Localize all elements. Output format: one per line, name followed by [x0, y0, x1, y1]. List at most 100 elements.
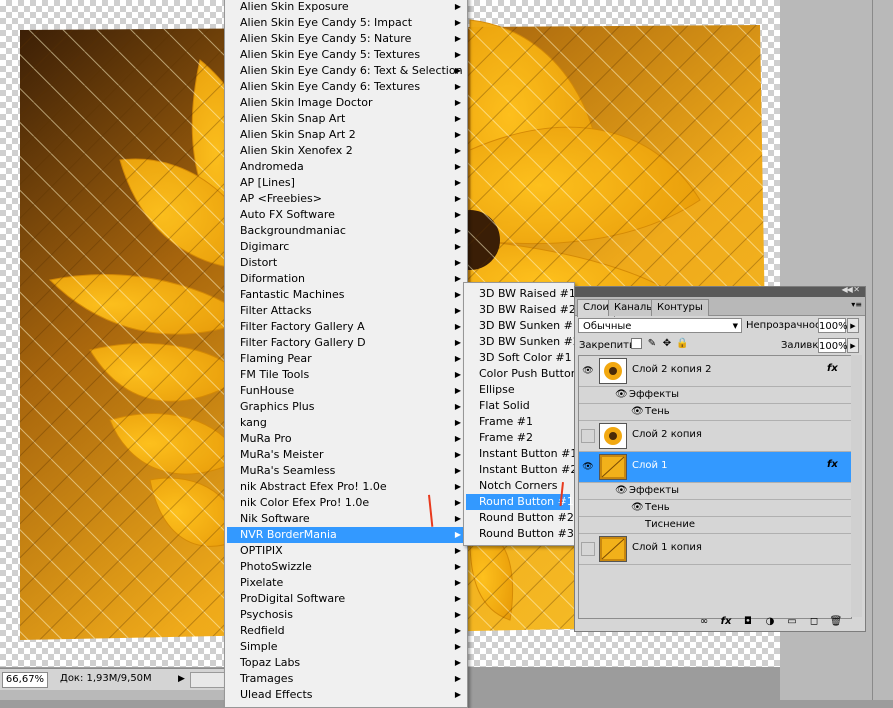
add-style-icon[interactable]: fx — [719, 615, 733, 629]
menu-item[interactable]: Filter Factory Gallery A ▶ — [227, 319, 465, 335]
menu-item[interactable]: Alien Skin Xenofex 2 ▶ — [227, 143, 465, 159]
submenu-item[interactable]: Notch Corners — [466, 478, 570, 494]
lock-brush-icon[interactable]: ✎ — [646, 338, 658, 350]
menu-item[interactable]: NVR BorderMania ▶ — [227, 527, 465, 543]
zoom-field[interactable]: 66,67% — [2, 672, 48, 688]
opacity-input[interactable]: 100% — [818, 318, 848, 333]
submenu-item[interactable]: Instant Button #2 — [466, 462, 577, 478]
menu-item[interactable]: ProDigital Software ▶ — [227, 591, 465, 607]
menu-item[interactable]: Simple ▶ — [227, 639, 465, 655]
submenu-item[interactable]: Instant Button #1 — [466, 446, 577, 462]
menu-item[interactable]: Auto FX Software ▶ — [227, 207, 465, 223]
opacity-stepper[interactable]: ▶ — [847, 318, 859, 333]
submenu-item[interactable]: Round Button #2 — [466, 510, 574, 526]
layer-row[interactable]: Слой 2 копия — [579, 421, 851, 452]
fx-badge[interactable]: fx — [827, 363, 838, 374]
menu-item[interactable]: Digimarc ▶ — [227, 239, 465, 255]
visibility-toggle[interactable] — [581, 429, 595, 443]
menu-item[interactable]: Ulead Effects ▶ — [227, 687, 465, 703]
menu-item[interactable]: Alien Skin Eye Candy 5: Textures ▶ — [227, 47, 465, 63]
menu-item[interactable]: Filter Attacks ▶ — [227, 303, 465, 319]
new-layer-icon[interactable]: ◻ — [807, 615, 821, 629]
menu-item[interactable]: MuRa's Seamless ▶ — [227, 463, 465, 479]
eye-icon[interactable]: 👁 — [631, 404, 644, 420]
fx-badge[interactable]: fx — [827, 459, 838, 470]
menu-item[interactable]: Distort ▶ — [227, 255, 465, 271]
add-mask-icon[interactable]: ◘ — [741, 615, 755, 629]
menu-item[interactable]: kang ▶ — [227, 415, 465, 431]
horizontal-scrollbar[interactable] — [190, 672, 226, 688]
eye-icon[interactable]: 👁 — [581, 364, 595, 378]
adjustment-layer-icon[interactable]: ◑ — [763, 615, 777, 629]
submenu-item[interactable]: 3D BW Raised #2 — [466, 302, 576, 318]
menu-item[interactable]: Filter Factory Gallery D ▶ — [227, 335, 465, 351]
eye-icon[interactable]: 👁 — [581, 460, 595, 474]
submenu-item[interactable]: 3D BW Sunken #2 — [466, 334, 580, 350]
menu-item[interactable]: Psychosis ▶ — [227, 607, 465, 623]
fill-stepper[interactable]: ▶ — [847, 338, 859, 353]
menu-item[interactable]: Alien Skin Exposure ▶ — [227, 0, 465, 15]
layers-scrollbar[interactable] — [851, 355, 862, 617]
submenu-item[interactable]: Round Button #3 — [466, 526, 574, 542]
menu-item[interactable]: Fantastic Machines ▶ — [227, 287, 465, 303]
eye-icon[interactable]: 👁 — [631, 500, 644, 516]
menu-item-label: AP [Lines] — [240, 176, 295, 189]
menu-item[interactable]: OPTIPIX ▶ — [227, 543, 465, 559]
menu-item[interactable]: Flaming Pear ▶ — [227, 351, 465, 367]
new-group-icon[interactable]: ▭ — [785, 615, 799, 629]
eye-icon[interactable]: 👁 — [615, 483, 628, 499]
link-layers-icon[interactable]: ∞ — [697, 615, 711, 629]
layer-row-selected[interactable]: 👁 Слой 1 fx — [579, 452, 851, 483]
delete-layer-icon[interactable]: 🗑 — [829, 615, 843, 629]
submenu-item[interactable]: 3D Soft Color #1 — [466, 350, 572, 366]
menu-item[interactable]: nik Abstract Efex Pro! 1.0e ▶ — [227, 479, 465, 495]
submenu-item[interactable]: Ellipse — [466, 382, 570, 398]
blend-mode-select[interactable]: Обычные ▼ — [578, 318, 742, 333]
menu-item[interactable]: Alien Skin Eye Candy 6: Text & Selection… — [227, 63, 465, 79]
submenu-item[interactable]: Frame #2 — [466, 430, 570, 446]
lock-all-icon[interactable]: 🔒 — [676, 338, 688, 350]
submenu-arrow-icon: ▶ — [454, 290, 461, 299]
menu-item[interactable]: Tramages ▶ — [227, 671, 465, 687]
status-menu-arrow-icon[interactable]: ▶ — [178, 674, 185, 684]
menu-item[interactable]: Graphics Plus ▶ — [227, 399, 465, 415]
menu-item[interactable]: Topaz Labs ▶ — [227, 655, 465, 671]
fill-input[interactable]: 100% — [818, 338, 848, 353]
submenu-item[interactable]: Frame #1 — [466, 414, 570, 430]
visibility-toggle[interactable] — [581, 542, 595, 556]
menu-item[interactable]: Diformation ▶ — [227, 271, 465, 287]
layer-name: Слой 1 копия — [632, 542, 702, 553]
eye-icon[interactable]: 👁 — [615, 387, 628, 403]
lock-transparency-icon[interactable] — [631, 338, 642, 349]
lock-move-icon[interactable]: ✥ — [661, 338, 673, 350]
menu-item[interactable]: AP <Freebies> ▶ — [227, 191, 465, 207]
menu-item[interactable]: FM Tile Tools ▶ — [227, 367, 465, 383]
menu-item[interactable]: Alien Skin Eye Candy 5: Impact ▶ — [227, 15, 465, 31]
menu-item[interactable]: FunHouse ▶ — [227, 383, 465, 399]
menu-item[interactable]: MuRa Pro ▶ — [227, 431, 465, 447]
menu-item[interactable]: Alien Skin Snap Art ▶ — [227, 111, 465, 127]
submenu-arrow-icon: ▶ — [454, 690, 461, 699]
menu-item[interactable]: PhotoSwizzle ▶ — [227, 559, 465, 575]
layer-row[interactable]: Слой 1 копия — [579, 534, 851, 565]
menu-item[interactable]: MuRa's Meister ▶ — [227, 447, 465, 463]
menu-item[interactable]: Alien Skin Snap Art 2 ▶ — [227, 127, 465, 143]
submenu-item[interactable]: Color Push Button — [466, 366, 578, 382]
panel-menu-icon[interactable]: ▾≡ — [851, 300, 862, 309]
submenu-item[interactable]: 3D BW Raised #1 — [466, 286, 576, 302]
menu-item[interactable]: Andromeda ▶ — [227, 159, 465, 175]
submenu-item[interactable]: Flat Solid — [466, 398, 570, 414]
menu-item[interactable]: Pixelate ▶ — [227, 575, 465, 591]
menu-item[interactable]: Alien Skin Image Doctor ▶ — [227, 95, 465, 111]
menu-item[interactable]: Alien Skin Eye Candy 5: Nature ▶ — [227, 31, 465, 47]
menu-item[interactable]: Alien Skin Eye Candy 6: Textures ▶ — [227, 79, 465, 95]
menu-item[interactable]: Redfield ▶ — [227, 623, 465, 639]
tab-paths[interactable]: Контуры — [651, 299, 709, 316]
collapse-icon[interactable]: ◀◀ ✕ — [841, 285, 860, 294]
submenu-item[interactable]: 3D BW Sunken #1 — [466, 318, 580, 334]
menu-item[interactable]: AP [Lines] ▶ — [227, 175, 465, 191]
menu-item[interactable]: Backgroundmaniac ▶ — [227, 223, 465, 239]
submenu-item[interactable]: Round Button #1 — [466, 494, 574, 510]
submenu-arrow-icon: ▶ — [454, 306, 461, 315]
layer-row[interactable]: 👁 Слой 2 копия 2 fx — [579, 356, 851, 387]
